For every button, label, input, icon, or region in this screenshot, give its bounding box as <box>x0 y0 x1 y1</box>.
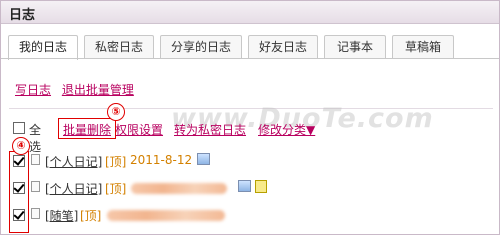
checkbox-column-highlight <box>9 151 29 233</box>
blog-panel: 日志 我的日志 私密日志 分享的日志 好友日志 记事本 草稿箱 写日志 退出批量… <box>0 0 500 235</box>
tab-private-blogs[interactable]: 私密日志 <box>84 35 154 58</box>
document-icon <box>31 208 40 219</box>
image-icon <box>238 180 251 192</box>
note-icon <box>255 180 267 193</box>
tab-notebook[interactable]: 记事本 <box>324 35 386 58</box>
title-bar: 日志 <box>1 1 499 24</box>
list-item: [个人日记] [顶] 2011-8-12 <box>1 151 499 171</box>
permissions-link[interactable]: 权限设置 <box>115 121 163 138</box>
action-links: 写日志 退出批量管理 <box>15 81 141 98</box>
change-category-link[interactable]: 修改分类▼ <box>258 121 315 138</box>
select-all-checkbox[interactable] <box>13 122 25 134</box>
entry-date: 2011-8-12 <box>130 153 193 167</box>
tab-underline <box>1 58 499 59</box>
list-item: [随笔] [顶] <box>1 205 499 225</box>
write-blog-link[interactable]: 写日志 <box>15 83 51 97</box>
tab-drafts[interactable]: 草稿箱 <box>392 35 454 58</box>
to-private-link[interactable]: 转为私密日志 <box>174 121 246 138</box>
batch-delete-highlight <box>58 118 116 139</box>
tab-my-blogs[interactable]: 我的日志 <box>8 35 78 60</box>
redacted-title <box>131 183 227 194</box>
entry-category[interactable]: [个人日记] <box>45 180 102 197</box>
exit-batch-link[interactable]: 退出批量管理 <box>62 83 134 97</box>
entry-top-tag: [顶] <box>105 182 127 196</box>
entry-top-tag: [顶] <box>105 155 127 169</box>
list-item: [个人日记] [顶] <box>1 178 499 198</box>
entry-category[interactable]: [随笔] <box>45 207 78 224</box>
step4-badge: ④ <box>12 137 30 155</box>
tab-shared-blogs[interactable]: 分享的日志 <box>160 35 242 58</box>
image-icon <box>197 153 210 165</box>
select-all-label: 全选 <box>29 123 42 154</box>
document-icon <box>31 154 40 165</box>
step5-badge: ⑤ <box>107 103 125 121</box>
tab-friend-blogs[interactable]: 好友日志 <box>248 35 318 58</box>
document-icon <box>31 181 40 192</box>
entry-category[interactable]: [个人日记] <box>45 153 102 170</box>
redacted-title <box>107 210 225 221</box>
panel-title: 日志 <box>9 8 36 23</box>
entry-top-tag: [顶] <box>80 209 102 223</box>
